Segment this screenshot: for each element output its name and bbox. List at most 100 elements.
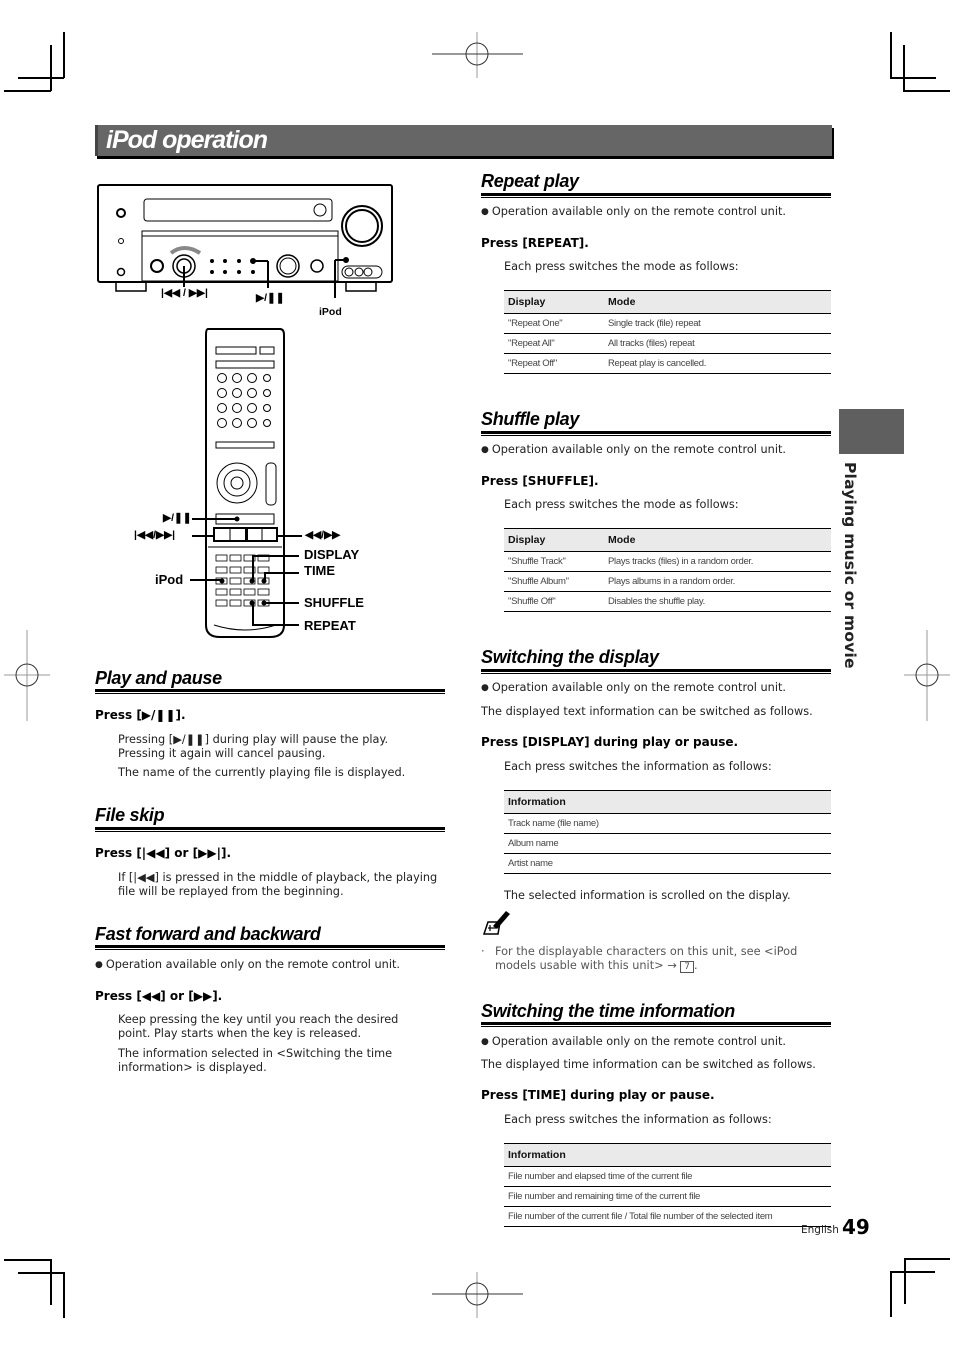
table-header: Display <box>504 528 604 552</box>
memo-text: For the displayable characters on this u… <box>495 945 798 973</box>
body-text: Each press switches the information as f… <box>504 1113 772 1126</box>
section-rule <box>95 827 445 832</box>
chapter-label-text: Playing music or movie <box>841 462 859 669</box>
leader-line <box>252 602 254 626</box>
receiver-skip-label: |◀◀ / ▶▶| <box>161 287 208 299</box>
note-text: Operation available only on the remote c… <box>481 443 786 458</box>
table-header: Mode <box>604 528 831 552</box>
table-header: Information <box>504 790 831 814</box>
section-heading-file-skip: File skip <box>95 805 165 825</box>
section-rule <box>481 193 831 198</box>
note-text: Operation available only on the remote c… <box>481 205 786 220</box>
body-text: Keep pressing the key until you reach th… <box>118 1013 399 1040</box>
section-rule <box>481 669 831 674</box>
table-row: Artist name <box>504 853 831 874</box>
body-text: The displayed text information can be sw… <box>481 705 813 718</box>
note-text: Operation available only on the remote c… <box>481 681 786 696</box>
remote-ff-rew-label: ◀◀/▶▶ <box>305 529 341 541</box>
leader-line <box>264 602 299 604</box>
remote-repeat-label: REPEAT <box>304 618 356 633</box>
table-row: File number and elapsed time of the curr… <box>504 1166 831 1187</box>
registration-mark-bottom <box>432 1272 523 1318</box>
body-text: Each press switches the mode as follows: <box>504 498 739 511</box>
registration-mark-top <box>432 32 523 78</box>
page-number: 49 <box>842 1215 870 1239</box>
table-row: "Repeat Off" Repeat play is cancelled. <box>504 353 831 374</box>
leader-line <box>192 518 237 520</box>
table-row: "Shuffle Track" Plays tracks (files) in a… <box>504 551 831 572</box>
remote-display-label: DISPLAY <box>304 547 360 562</box>
memo-text-body: For the displayable characters on this u… <box>495 945 798 972</box>
section-rule <box>95 689 445 694</box>
section-rule <box>481 431 831 436</box>
leader-line <box>252 555 254 581</box>
section-rule <box>95 945 445 950</box>
receiver-ipod-label: iPod <box>319 306 342 318</box>
time-info-table: Information File number and elapsed time… <box>504 1143 831 1227</box>
section-rule <box>481 1022 831 1027</box>
body-text: The name of the currently playing file i… <box>118 766 406 779</box>
registration-mark-right <box>904 630 950 721</box>
body-text: Each press switches the mode as follows: <box>504 260 739 273</box>
display-info-table: Information Track name (file name) Album… <box>504 790 831 874</box>
note-text: Operation available only on the remote c… <box>95 958 400 973</box>
note-text: Operation available only on the remote c… <box>481 1035 786 1050</box>
press-instruction: Press [SHUFFLE]. <box>481 474 599 488</box>
remote-time-label: TIME <box>304 563 336 578</box>
leader-line <box>277 535 302 537</box>
page-ref-arrow-icon: → <box>667 959 677 972</box>
page-ref-link[interactable]: 7 <box>680 961 694 973</box>
leader-line <box>264 572 299 574</box>
table-row: File number of the current file / Total … <box>504 1206 831 1227</box>
body-text: The displayed time information can be sw… <box>481 1058 816 1071</box>
page-title: iPod operation <box>106 126 268 154</box>
press-instruction: Press [DISPLAY] during play or pause. <box>481 735 739 749</box>
table-row: "Repeat All" All tracks (files) repeat <box>504 333 831 354</box>
chapter-label: Playing music or movie <box>841 462 865 669</box>
table-header: Display <box>504 290 604 314</box>
section-heading-time: Switching the time information <box>481 1001 736 1021</box>
table-row: "Shuffle Off" Disables the shuffle play. <box>504 591 831 612</box>
body-text: If [|◀◀] is pressed in the middle of pla… <box>118 871 438 898</box>
section-heading-shuffle: Shuffle play <box>481 409 580 429</box>
body-text: Each press switches the information as f… <box>504 760 772 773</box>
table-header: Mode <box>604 290 831 314</box>
press-instruction: Press [REPEAT]. <box>481 236 589 250</box>
footer-language: English <box>801 1224 839 1236</box>
registration-mark-left <box>4 630 50 721</box>
press-instruction: Press [◀◀] or [▶▶]. <box>95 989 223 1003</box>
remote-skip-label: |◀◀/▶▶| <box>134 529 176 541</box>
remote-shuffle-label: SHUFFLE <box>304 595 364 610</box>
leader-line <box>192 535 213 537</box>
section-heading-display: Switching the display <box>481 647 659 667</box>
remote-ipod-label: iPod <box>155 572 184 587</box>
receiver-illustration <box>97 184 393 298</box>
memo-pencil-icon <box>482 911 510 935</box>
body-text: The information selected in <Switching t… <box>118 1047 393 1074</box>
receiver-play-pause-label: ▶/❚❚ <box>256 292 285 304</box>
shuffle-mode-table: Display Mode "Shuffle Track" Plays tracks… <box>504 528 831 612</box>
body-text: Pressing [▶/❚❚] during play will pause t… <box>118 733 389 760</box>
chapter-tab <box>839 409 904 454</box>
page-title-bar: iPod operation <box>95 125 832 156</box>
press-instruction: Press [▶/❚❚]. <box>95 708 186 722</box>
table-row: "Shuffle Album" Plays albums in a random … <box>504 571 831 592</box>
leader-line <box>190 579 222 581</box>
remote-play-pause-label: ▶/❚❚ <box>163 512 192 524</box>
repeat-mode-table: Display Mode "Repeat One" Single track (f… <box>504 290 831 374</box>
body-text: The selected information is scrolled on … <box>504 889 791 902</box>
section-heading-ff-rew: Fast forward and backward <box>95 924 321 944</box>
section-heading-repeat: Repeat play <box>481 171 579 191</box>
press-instruction: Press [TIME] during play or pause. <box>481 1088 715 1102</box>
section-heading-play-pause: Play and pause <box>95 668 222 688</box>
leader-line <box>264 572 266 581</box>
press-instruction: Press [|◀◀] or [▶▶|]. <box>95 846 232 860</box>
table-header: Information <box>504 1143 831 1167</box>
table-row: "Repeat One" Single track (file) repeat <box>504 313 831 334</box>
remote-illustration <box>205 328 285 638</box>
table-row: File number and remaining time of the cu… <box>504 1186 831 1207</box>
memo-bullet: · <box>481 945 485 958</box>
leader-line <box>252 555 299 557</box>
leader-line <box>252 624 299 626</box>
table-row: Track name (file name) <box>504 813 831 834</box>
